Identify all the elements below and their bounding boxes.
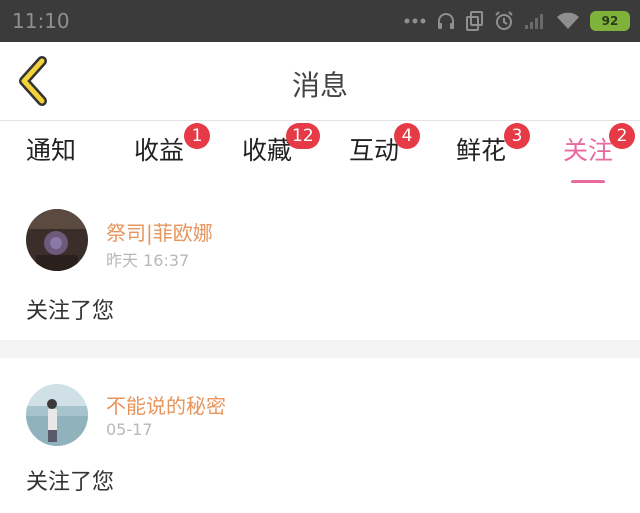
- tab-badge: 1: [184, 123, 210, 149]
- more-dots-icon: [404, 18, 426, 24]
- message-item[interactable]: 祭司|菲欧娜 昨天 16:37 关注了您: [0, 183, 640, 340]
- tab-notifications[interactable]: 通知: [26, 131, 76, 177]
- avatar[interactable]: [26, 209, 88, 271]
- tab-label: 收益: [134, 136, 185, 165]
- tab-bar: 通知 收益 1 收藏 12 互动 4 鲜花 3 关注 2: [0, 121, 640, 184]
- sender-name[interactable]: 不能说的秘密: [106, 390, 226, 419]
- tab-badge: 3: [504, 123, 530, 149]
- tab-badge: 2: [609, 123, 635, 149]
- tab-label: 收藏: [242, 136, 293, 165]
- alarm-icon: [494, 11, 514, 31]
- signal-icon: [524, 12, 546, 30]
- tab-label: 通知: [26, 136, 77, 165]
- tab-badge: 12: [286, 123, 320, 149]
- section-divider: [0, 340, 640, 358]
- headphones-icon: [436, 11, 456, 31]
- tab-label: 互动: [349, 136, 400, 165]
- tab-earnings[interactable]: 收益 1: [134, 123, 210, 177]
- tab-favorites[interactable]: 收藏 12: [242, 123, 320, 177]
- header: 消息: [0, 42, 640, 120]
- status-icons: 92: [404, 10, 630, 32]
- tab-badge: 4: [394, 123, 420, 149]
- wifi-icon: [556, 12, 580, 30]
- status-bar: 11:10 92: [0, 0, 640, 42]
- message-time: 昨天 16:37: [106, 251, 190, 270]
- status-time: 11:10: [12, 9, 70, 33]
- tab-label: 关注: [563, 136, 614, 165]
- message-text: 关注了您: [26, 299, 115, 324]
- copy-icon: [466, 11, 484, 31]
- tab-follows[interactable]: 关注 2: [563, 123, 635, 184]
- battery-icon: 92: [590, 11, 630, 31]
- message-item[interactable]: 不能说的秘密 05-17 关注了您: [0, 358, 640, 513]
- avatar[interactable]: [26, 384, 88, 446]
- message-time: 05-17: [106, 420, 153, 439]
- page-title: 消息: [291, 69, 348, 102]
- tab-flowers[interactable]: 鲜花 3: [456, 123, 530, 177]
- message-text: 关注了您: [26, 470, 115, 495]
- sender-name[interactable]: 祭司|菲欧娜: [106, 217, 213, 246]
- tab-label: 鲜花: [456, 136, 507, 165]
- tab-interactions[interactable]: 互动 4: [349, 123, 420, 177]
